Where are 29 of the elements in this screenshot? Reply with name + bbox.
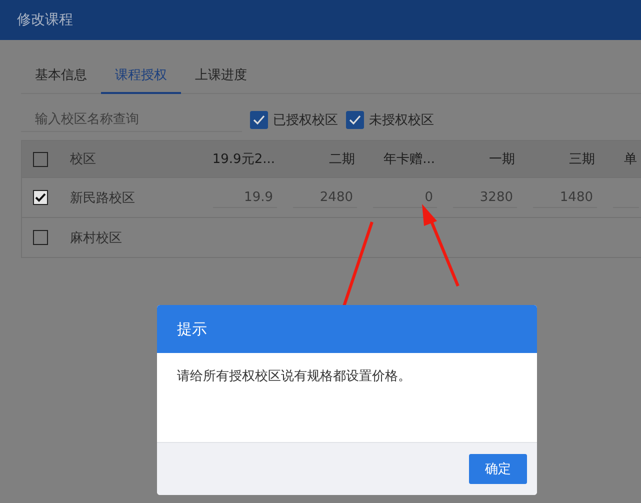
checkbox[interactable]	[250, 111, 268, 129]
price-field[interactable]: 1480	[533, 188, 597, 208]
confirm-button[interactable]: 确定	[469, 454, 527, 484]
tab[interactable]: 上课进度	[181, 62, 261, 94]
checkbox-label: 未授权校区	[369, 112, 434, 129]
column-header: 一期	[489, 152, 515, 167]
price-field[interactable]: 19.9	[213, 188, 277, 208]
tab[interactable]: 基本信息	[21, 62, 101, 94]
column-header: 三期	[569, 152, 595, 167]
price-field[interactable]: 3280	[453, 188, 517, 208]
price-field[interactable]: 2480	[293, 188, 357, 208]
column-header: 校区	[70, 152, 96, 167]
column-header: 单	[624, 152, 637, 167]
dialog-title: 提示	[177, 320, 207, 338]
tab[interactable]: 课程授权	[101, 62, 181, 94]
checkbox[interactable]	[32, 230, 48, 245]
checkbox[interactable]	[32, 152, 48, 166]
checkbox[interactable]	[32, 190, 48, 205]
search-field[interactable]: 输入校区名称查询	[21, 108, 242, 132]
checkbox-label: 已授权校区	[273, 112, 338, 129]
column-header: 二期	[329, 152, 355, 167]
window-title: 修改课程	[17, 11, 73, 29]
campus-name: 麻村校区	[70, 230, 122, 246]
campus-name: 新民路校区	[70, 190, 135, 206]
price-field[interactable]: 0	[373, 188, 437, 208]
checkbox[interactable]	[346, 111, 364, 129]
column-header: 年卡赠...	[384, 152, 435, 167]
column-header: 19.9元2...	[212, 152, 275, 167]
dialog-message: 请给所有授权校区说有规格都设置价格。	[177, 369, 411, 384]
